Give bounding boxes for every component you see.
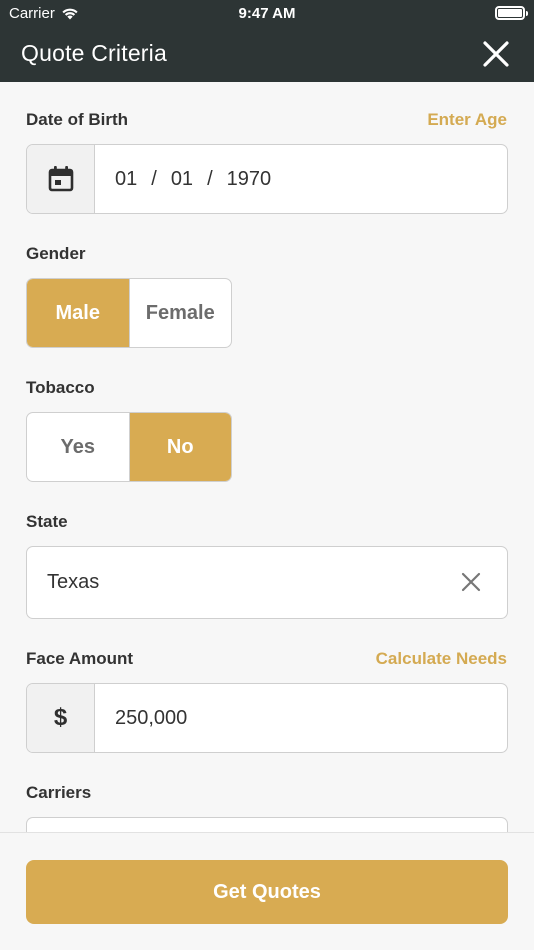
state-field[interactable]: Texas: [26, 546, 508, 619]
state-label: State: [26, 512, 68, 531]
carriers-label: Carriers: [26, 783, 92, 802]
dob-separator: /: [207, 167, 213, 190]
battery-icon: [495, 6, 528, 20]
dollar-icon: $: [27, 684, 95, 752]
bottom-bar: Get Quotes: [0, 832, 534, 950]
gender-label: Gender: [26, 244, 86, 263]
dob-addon: [27, 145, 95, 213]
dob-year[interactable]: 1970: [227, 168, 272, 191]
app-header: Carrier 9:47 AM Quote Criteria: [0, 0, 534, 82]
get-quotes-button[interactable]: Get Quotes: [26, 860, 508, 924]
enter-age-link[interactable]: Enter Age: [427, 110, 507, 130]
tobacco-segmented-control: Yes No: [26, 412, 232, 482]
dob-month[interactable]: 01: [115, 168, 137, 191]
status-bar: Carrier 9:47 AM: [0, 0, 534, 28]
calculate-needs-link[interactable]: Calculate Needs: [376, 649, 507, 669]
face-amount-value[interactable]: 250,000: [95, 684, 507, 752]
gender-segmented-control: Male Female: [26, 278, 232, 348]
tobacco-yes-option[interactable]: Yes: [27, 413, 129, 481]
tobacco-label: Tobacco: [26, 378, 95, 397]
dob-value[interactable]: 01 / 01 / 1970: [95, 145, 507, 213]
gender-female-option[interactable]: Female: [128, 279, 232, 347]
face-amount-field[interactable]: $ 250,000: [26, 683, 508, 753]
status-time: 9:47 AM: [238, 5, 296, 22]
close-icon[interactable]: [482, 40, 510, 68]
tobacco-no-option[interactable]: No: [128, 413, 231, 481]
face-amount-label: Face Amount: [26, 649, 134, 668]
calendar-icon: [48, 166, 73, 192]
state-value[interactable]: Texas: [27, 547, 507, 618]
dob-day[interactable]: 01: [171, 168, 193, 191]
dob-separator: /: [151, 167, 157, 190]
dob-field[interactable]: 01 / 01 / 1970: [26, 144, 508, 214]
dob-label: Date of Birth: [26, 110, 128, 129]
gender-male-option[interactable]: Male: [27, 279, 129, 347]
page-title: Quote Criteria: [21, 40, 167, 66]
clear-icon[interactable]: [459, 570, 483, 594]
